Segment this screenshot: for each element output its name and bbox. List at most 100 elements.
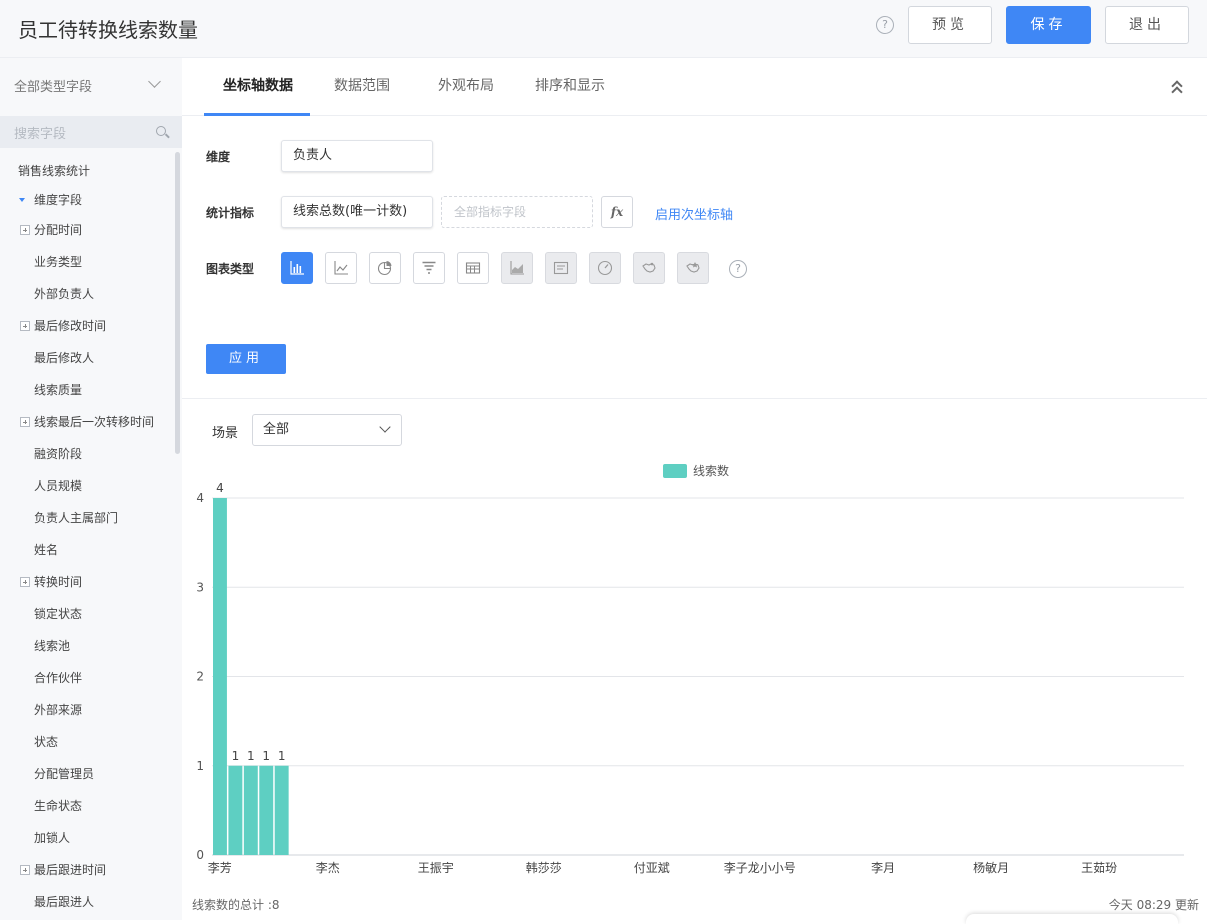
x-tick-label: 杨敏月 [973, 860, 1009, 875]
bar-value-label: 1 [247, 749, 255, 763]
sidebar-field-item[interactable]: 加锁人 [0, 822, 175, 854]
tab-axis-data[interactable]: 坐标轴数据 [223, 75, 293, 95]
tab-appearance-layout[interactable]: 外观布局 [438, 75, 494, 95]
sidebar-scrollbar[interactable] [175, 152, 180, 454]
field-type-filter[interactable]: 全部类型字段 [14, 76, 92, 95]
sidebar-field-item[interactable]: 最后跟进时间 [0, 854, 175, 886]
sidebar-field-item[interactable]: 锁定状态 [0, 598, 175, 630]
sidebar-field-item[interactable]: 最后修改时间 [0, 310, 175, 342]
x-tick-label: 李杰 [316, 860, 340, 875]
x-tick-label: 王振宇 [418, 861, 454, 875]
sidebar-field-label: 外部负责人 [34, 287, 95, 301]
main-panel: 坐标轴数据 数据范围 外观布局 排序和显示 维度 负责人 统计指标 线索总数(唯… [182, 58, 1207, 924]
sidebar-field-item[interactable]: 分配管理员 [0, 758, 175, 790]
pie-chart-icon[interactable] [369, 252, 401, 284]
scene-label: 场景 [212, 426, 239, 441]
formula-button[interactable]: fx [601, 196, 633, 228]
sidebar-field-item[interactable]: 姓名 [0, 534, 175, 566]
x-tick-label: 李子龙小小号 [724, 860, 796, 875]
sidebar-field-label: 人员规模 [34, 479, 83, 493]
x-tick-label: 韩莎莎 [526, 860, 562, 875]
sidebar-field-label: 转换时间 [34, 575, 83, 589]
sidebar-field-item[interactable]: 分配时间 [0, 214, 175, 246]
collapse-up-icon[interactable] [1171, 80, 1183, 98]
top-header: 员工待转换线索数量 ? 预览 保存 退出 [0, 0, 1207, 58]
sidebar-field-item[interactable]: 线索池 [0, 630, 175, 662]
sidebar-field-item[interactable]: 状态 [0, 726, 175, 758]
sidebar-field-item[interactable]: 负责人主属部门 [0, 502, 175, 534]
help-icon[interactable]: ? [876, 16, 894, 34]
x-tick-label: 付亚斌 [634, 861, 670, 875]
floating-card-edge [966, 914, 1178, 924]
legend-swatch [663, 464, 687, 478]
sidebar-field-label: 锁定状态 [34, 607, 83, 621]
sidebar-field-label: 线索最后一次转移时间 [34, 415, 155, 429]
chevron-down-icon[interactable] [379, 421, 391, 433]
funnel-chart-icon[interactable] [413, 252, 445, 284]
expand-plus-icon[interactable] [20, 577, 30, 587]
bar-chart: 线索数0123441 1 1 1李芳 李杰 王振宇 韩莎莎 付亚斌 李子龙小小号 李月 杨敏月 王茹玢 [196, 463, 1184, 875]
caret-down-icon[interactable] [19, 198, 25, 202]
save-button[interactable]: 保存 [1006, 6, 1091, 44]
region-map-icon[interactable] [677, 252, 709, 284]
text-card-icon[interactable] [545, 252, 577, 284]
sidebar-field-item[interactable]: 最后修改人 [0, 342, 175, 374]
exit-button[interactable]: 退出 [1105, 6, 1189, 44]
question-icon[interactable]: ? [729, 260, 747, 278]
scene-select-value: 全部 [263, 422, 290, 437]
x-tick-label: 李月 [871, 860, 895, 875]
tree-section-label[interactable]: 维度字段 [0, 186, 175, 214]
sidebar-field-label: 业务类型 [34, 255, 83, 269]
sidebar-field-item[interactable]: 最后跟进人 [0, 886, 175, 918]
metric-field[interactable]: 线索总数(唯一计数) [281, 196, 433, 228]
bar [243, 765, 258, 855]
tree-group-label[interactable]: 销售线索统计 [0, 156, 175, 186]
sidebar-field-label: 融资阶段 [34, 447, 83, 461]
metric-placeholder-field[interactable]: 全部指标字段 [441, 196, 593, 228]
sidebar-field-item[interactable]: 生命状态 [0, 790, 175, 822]
expand-plus-icon[interactable] [20, 321, 30, 331]
sidebar-field-label: 分配管理员 [34, 767, 95, 781]
sidebar-field-label: 线索池 [34, 639, 71, 653]
sidebar-field-item[interactable]: 线索最后一次转移时间 [0, 406, 175, 438]
table-chart-icon[interactable] [457, 252, 489, 284]
search-icon[interactable] [156, 126, 166, 136]
secondary-axis-link[interactable]: 启用次坐标轴 [655, 204, 733, 223]
sidebar-field-label: 状态 [34, 735, 59, 749]
chart-type-label: 图表类型 [206, 262, 255, 276]
sidebar-field-item[interactable]: 外部来源 [0, 694, 175, 726]
dimension-field[interactable]: 负责人 [281, 140, 433, 172]
expand-plus-icon[interactable] [20, 225, 30, 235]
area-chart-icon[interactable] [501, 252, 533, 284]
footer-total: 线索数的总计 :8 [192, 898, 280, 912]
search-input[interactable]: 搜索字段 [14, 123, 66, 142]
sidebar-field-label: 最后修改人 [34, 351, 95, 365]
tab-sort-display[interactable]: 排序和显示 [535, 75, 605, 95]
sidebar-field-item[interactable]: 合作伙伴 [0, 662, 175, 694]
sidebar-field-item[interactable]: 线索质量 [0, 374, 175, 406]
tab-data-range[interactable]: 数据范围 [334, 75, 390, 95]
map-chart-icon[interactable] [633, 252, 665, 284]
sidebar-field-label: 线索质量 [34, 383, 83, 397]
preview-button[interactable]: 预览 [908, 6, 992, 44]
bar [274, 765, 289, 855]
sidebar-field-item[interactable]: 融资阶段 [0, 438, 175, 470]
sidebar-field-item[interactable]: 外部负责人 [0, 278, 175, 310]
sidebar-field-item[interactable]: 业务类型 [0, 246, 175, 278]
expand-plus-icon[interactable] [20, 865, 30, 875]
apply-button[interactable]: 应用 [206, 344, 286, 374]
expand-plus-icon[interactable] [20, 417, 30, 427]
chevron-down-icon[interactable] [148, 75, 161, 88]
sidebar-field-item[interactable]: 转换时间 [0, 566, 175, 598]
bar-chart-icon[interactable] [281, 252, 313, 284]
bar-value-label: 1 [278, 749, 286, 763]
x-tick-label: 王茹玢 [1081, 861, 1117, 875]
line-chart-icon[interactable] [325, 252, 357, 284]
scene-select[interactable]: 全部 [252, 414, 402, 446]
gauge-chart-icon[interactable] [589, 252, 621, 284]
sidebar-field-item[interactable]: 人员规模 [0, 470, 175, 502]
sidebar-field-label: 姓名 [34, 543, 59, 557]
field-search-box[interactable]: 搜索字段 [0, 116, 182, 148]
y-tick-label: 4 [196, 491, 204, 505]
sidebar-field-label: 合作伙伴 [34, 671, 83, 685]
